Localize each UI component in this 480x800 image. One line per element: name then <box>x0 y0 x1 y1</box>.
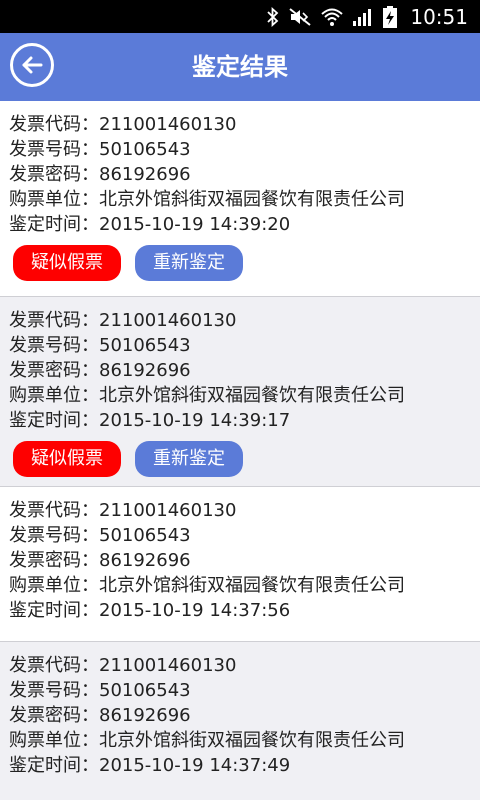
result-card: 发票代码：211001460130 发票号码：50106543 发票密码：861… <box>0 642 480 800</box>
buyer-label: 购票单位： <box>9 189 99 210</box>
invoice-number-value: 50106543 <box>99 680 191 701</box>
invoice-code-value: 211001460130 <box>99 655 237 676</box>
check-time-value: 2015-10-19 14:39:20 <box>99 214 291 235</box>
invoice-number-label: 发票号码： <box>9 680 99 701</box>
page-title: 鉴定结果 <box>192 53 288 81</box>
check-time-value: 2015-10-19 14:39:17 <box>99 410 291 431</box>
result-card: 发票代码：211001460130 发票号码：50106543 发票密码：861… <box>0 297 480 487</box>
check-time-label: 鉴定时间： <box>9 410 99 431</box>
recheck-button[interactable]: 重新鉴定 <box>135 245 243 281</box>
result-list: 发票代码：211001460130 发票号码：50106543 发票密码：861… <box>0 101 480 800</box>
invoice-number-row: 发票号码：50106543 <box>9 333 480 358</box>
invoice-code-row: 发票代码：211001460130 <box>9 653 480 678</box>
invoice-code-label: 发票代码： <box>9 114 99 135</box>
bluetooth-icon <box>267 6 279 27</box>
invoice-code-label: 发票代码： <box>9 310 99 331</box>
invoice-number-label: 发票号码： <box>9 525 99 546</box>
buyer-label: 购票单位： <box>9 575 99 596</box>
check-time-value: 2015-10-19 14:37:49 <box>99 755 291 776</box>
invoice-password-row: 发票密码：86192696 <box>9 548 480 573</box>
buyer-row: 购票单位：北京外馆斜街双福园餐饮有限责任公司 <box>9 728 480 753</box>
result-card: 发票代码：211001460130 发票号码：50106543 发票密码：861… <box>0 101 480 297</box>
invoice-code-row: 发票代码：211001460130 <box>9 308 480 333</box>
buyer-row: 购票单位：北京外馆斜街双福园餐饮有限责任公司 <box>9 573 480 598</box>
invoice-number-value: 50106543 <box>99 525 191 546</box>
invoice-password-value: 86192696 <box>99 360 191 381</box>
buyer-value: 北京外馆斜街双福园餐饮有限责任公司 <box>99 730 405 751</box>
buyer-value: 北京外馆斜街双福园餐饮有限责任公司 <box>99 575 405 596</box>
invoice-number-row: 发票号码：50106543 <box>9 523 480 548</box>
wifi-icon <box>321 8 344 26</box>
invoice-code-value: 211001460130 <box>99 114 237 135</box>
app-bar: 鉴定结果 <box>0 33 480 101</box>
invoice-number-label: 发票号码： <box>9 335 99 356</box>
check-time-label: 鉴定时间： <box>9 214 99 235</box>
invoice-password-label: 发票密码： <box>9 705 99 726</box>
invoice-code-value: 211001460130 <box>99 500 237 521</box>
suspected-fake-button[interactable]: 疑似假票 <box>13 441 121 477</box>
buyer-value: 北京外馆斜街双福园餐饮有限责任公司 <box>99 385 405 406</box>
check-time-label: 鉴定时间： <box>9 600 99 621</box>
invoice-password-label: 发票密码： <box>9 360 99 381</box>
invoice-code-label: 发票代码： <box>9 500 99 521</box>
check-time-value: 2015-10-19 14:37:56 <box>99 600 291 621</box>
invoice-number-row: 发票号码：50106543 <box>9 678 480 703</box>
invoice-code-value: 211001460130 <box>99 310 237 331</box>
clock: 10:51 <box>410 4 468 29</box>
buyer-row: 购票单位：北京外馆斜街双福园餐饮有限责任公司 <box>9 187 480 212</box>
buyer-label: 购票单位： <box>9 730 99 751</box>
invoice-number-row: 发票号码：50106543 <box>9 137 480 162</box>
invoice-password-row: 发票密码：86192696 <box>9 358 480 383</box>
check-time-row: 鉴定时间：2015-10-19 14:39:20 <box>9 212 480 237</box>
signal-icon <box>353 8 372 26</box>
card-actions: 疑似假票 重新鉴定 <box>13 245 480 281</box>
invoice-code-label: 发票代码： <box>9 655 99 676</box>
invoice-password-value: 86192696 <box>99 164 191 185</box>
invoice-number-value: 50106543 <box>99 139 191 160</box>
buyer-row: 购票单位：北京外馆斜街双福园餐饮有限责任公司 <box>9 383 480 408</box>
invoice-password-row: 发票密码：86192696 <box>9 162 480 187</box>
invoice-code-row: 发票代码：211001460130 <box>9 498 480 523</box>
check-time-row: 鉴定时间：2015-10-19 14:37:49 <box>9 753 480 778</box>
result-card: 发票代码：211001460130 发票号码：50106543 发票密码：861… <box>0 487 480 642</box>
invoice-password-row: 发票密码：86192696 <box>9 703 480 728</box>
invoice-number-label: 发票号码： <box>9 139 99 160</box>
recheck-button[interactable]: 重新鉴定 <box>135 441 243 477</box>
invoice-password-value: 86192696 <box>99 705 191 726</box>
buyer-value: 北京外馆斜街双福园餐饮有限责任公司 <box>99 189 405 210</box>
status-icons: 10:51 <box>266 0 468 33</box>
mute-icon <box>289 7 311 26</box>
check-time-label: 鉴定时间： <box>9 755 99 776</box>
invoice-password-label: 发票密码： <box>9 164 99 185</box>
battery-charging-icon <box>383 5 398 28</box>
check-time-row: 鉴定时间：2015-10-19 14:39:17 <box>9 408 480 433</box>
invoice-number-value: 50106543 <box>99 335 191 356</box>
status-bar: 10:51 <box>0 0 480 33</box>
suspected-fake-button[interactable]: 疑似假票 <box>13 245 121 281</box>
buyer-label: 购票单位： <box>9 385 99 406</box>
invoice-code-row: 发票代码：211001460130 <box>9 112 480 137</box>
card-actions: 疑似假票 重新鉴定 <box>13 441 480 477</box>
invoice-password-value: 86192696 <box>99 550 191 571</box>
check-time-row: 鉴定时间：2015-10-19 14:37:56 <box>9 598 480 623</box>
invoice-password-label: 发票密码： <box>9 550 99 571</box>
